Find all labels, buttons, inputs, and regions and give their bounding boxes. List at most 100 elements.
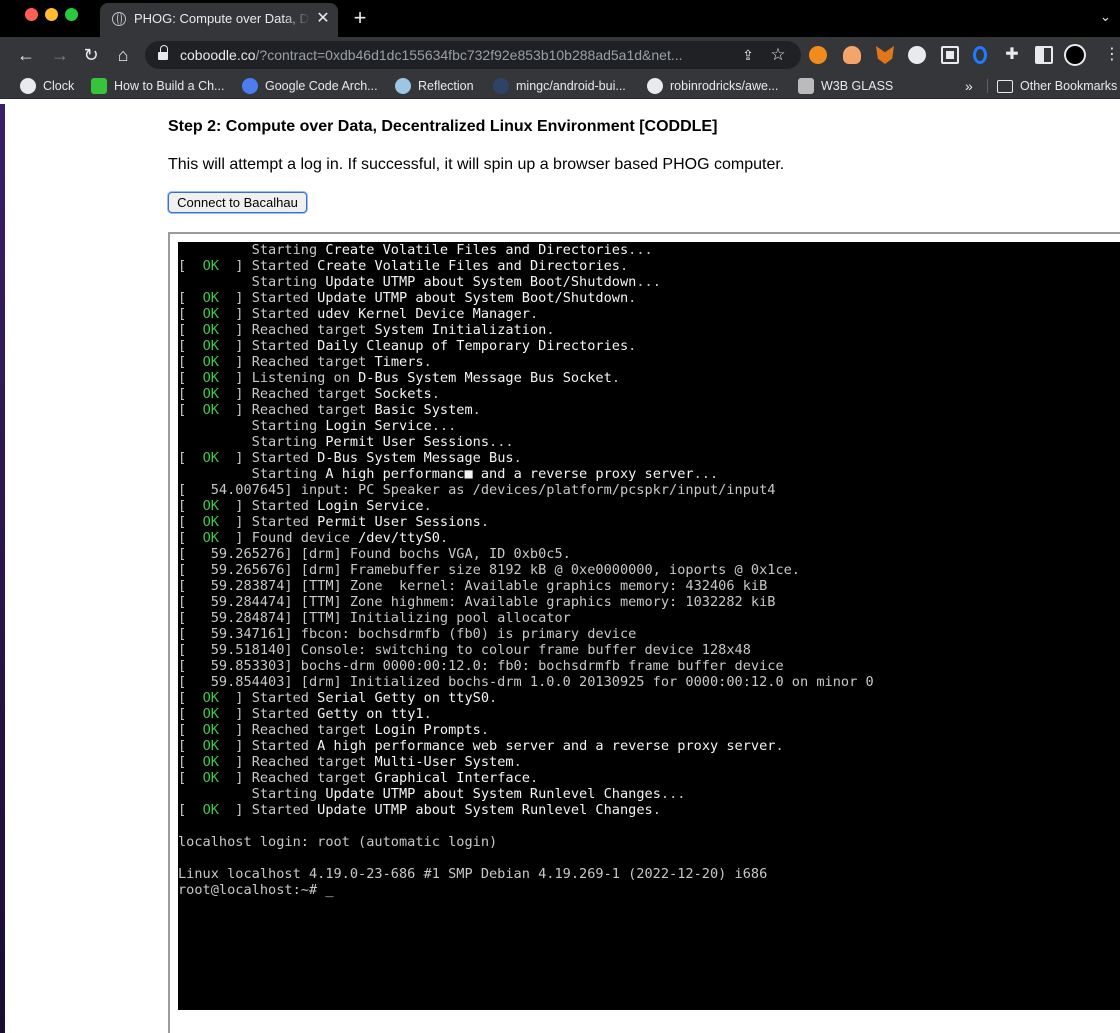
terminal-line-text: [ 54.007645] input: PC Speaker as /devic… xyxy=(178,482,776,498)
terminal-screen[interactable]: Starting Create Volatile Files and Direc… xyxy=(178,242,1120,1010)
terminal-line-text: [ 59.284874] [TTM] Initializing pool all… xyxy=(178,610,571,626)
page-title: Step 2: Compute over Data, Decentralized… xyxy=(168,118,718,135)
status-ok: OK xyxy=(202,258,219,274)
terminal-line-suffix: . xyxy=(513,754,522,770)
profile-avatar[interactable] xyxy=(1064,44,1086,66)
terminal-unit-name: Permit User Sessions xyxy=(317,514,481,530)
puzzle-extensions-icon[interactable]: ✚ xyxy=(1003,46,1021,64)
minimize-window-button[interactable] xyxy=(45,8,58,21)
terminal-line: [ 59.284874] [TTM] Initializing pool all… xyxy=(178,610,1120,626)
terminal-line-text: Started xyxy=(251,290,318,306)
status-bracket-open: [ xyxy=(178,450,203,466)
bookmarks-overflow-chevron-icon[interactable]: » xyxy=(965,76,973,96)
close-window-button[interactable] xyxy=(25,8,38,21)
terminal-line-text: Reached target xyxy=(251,322,375,338)
status-bracket-open: [ xyxy=(178,386,203,402)
tab-title: PHOG: Compute over Data, Decentralized L… xyxy=(134,11,310,26)
status-bracket-close: ] xyxy=(218,802,252,818)
status-bracket-close: ] xyxy=(218,722,252,738)
spaceship-extension-icon[interactable] xyxy=(908,46,926,64)
status-ok: OK xyxy=(202,450,219,466)
bookmark-google-code-archive[interactable]: Google Code Arch... xyxy=(242,76,378,96)
terminal-line: [ OK ] Found device /dev/ttyS0. xyxy=(178,530,1120,546)
zoom-window-button[interactable] xyxy=(65,8,78,21)
terminal-line-text: Started xyxy=(251,258,318,274)
terminal-line-suffix: . xyxy=(439,530,449,546)
status-ok: OK xyxy=(202,354,219,370)
google-code-icon xyxy=(242,78,258,94)
status-bracket-close: ] xyxy=(218,290,252,306)
share-icon[interactable]: ⇪ xyxy=(740,46,756,64)
status-ok: OK xyxy=(202,370,219,386)
status-bracket-open: [ xyxy=(178,754,203,770)
terminal-line-text: Found device xyxy=(251,530,359,546)
terminal-line: [ 59.265276] [drm] Found bochs VGA, ID 0… xyxy=(178,546,1120,562)
status-ok: OK xyxy=(202,690,219,706)
lock-icon[interactable] xyxy=(158,45,168,61)
status-bracket-open: [ xyxy=(178,722,203,738)
status-bracket-close: ] xyxy=(218,754,252,770)
bookmark-star-icon[interactable]: ☆ xyxy=(769,45,787,65)
bookmark-clock[interactable]: Clock xyxy=(20,76,74,96)
terminal-line-text: Reached target xyxy=(251,386,375,402)
bookmark-label: W3B GLASS xyxy=(821,79,894,93)
screen-capture-extension-icon[interactable] xyxy=(941,46,959,64)
new-tab-button[interactable]: + xyxy=(350,6,370,30)
terminal-line-text: [ 59.265676] [drm] Framebuffer size 8192… xyxy=(178,562,800,578)
bookmark-mingc-android[interactable]: mingc/android-bui... xyxy=(493,76,626,96)
terminal-line-text: Starting xyxy=(178,786,326,802)
fox-extension-icon[interactable] xyxy=(876,46,894,64)
status-bracket-close: ] xyxy=(218,402,252,418)
other-bookmarks-folder[interactable]: Other Bookmarks xyxy=(997,76,1117,96)
terminal-line-text: Started xyxy=(251,338,318,354)
status-bracket-close: ] xyxy=(218,498,252,514)
browser-menu-button[interactable]: ⋮ xyxy=(1104,45,1120,65)
bookmark-label: robinrodricks/awe... xyxy=(670,79,779,93)
status-bracket-open: [ xyxy=(178,354,203,370)
status-bracket-close: ] xyxy=(218,770,252,786)
terminal-line: [ OK ] Reached target System Initializat… xyxy=(178,322,1120,338)
desktop-edge xyxy=(0,104,5,1033)
tab-active[interactable]: PHOG: Compute over Data, Decentralized L… xyxy=(100,3,338,37)
tab-search-button[interactable]: ⌄ xyxy=(1100,8,1116,26)
folder-icon xyxy=(997,79,1013,93)
status-ok: OK xyxy=(202,754,219,770)
home-button[interactable]: ⌂ xyxy=(111,43,135,67)
bookmark-label: Clock xyxy=(43,79,75,93)
tab-close-button[interactable]: ✕ xyxy=(314,10,332,28)
w3b-glass-icon xyxy=(798,78,814,94)
metamask-extension-icon[interactable] xyxy=(809,46,827,64)
sidebar-icon[interactable] xyxy=(1035,46,1053,64)
status-bracket-open: [ xyxy=(178,802,203,818)
status-bracket-close: ] xyxy=(218,514,252,530)
terminal-line-text: [ 59.284474] [TTM] Zone highmem: Availab… xyxy=(178,594,776,610)
terminal-line: Starting Permit User Sessions... xyxy=(178,434,1120,450)
terminal-line-suffix: . xyxy=(620,258,629,274)
terminal-line: [ OK ] Started Update UTMP about System … xyxy=(178,290,1120,306)
terminal-line: [ OK ] Started Getty on tty1. xyxy=(178,706,1120,722)
terminal-line-text: Started xyxy=(251,306,318,322)
terminal-line: [ OK ] Reached target Basic System. xyxy=(178,402,1120,418)
connect-to-bacalhau-button[interactable]: Connect to Bacalhau xyxy=(168,192,307,213)
terminal-unit-name: A high performance web server and a reve… xyxy=(317,738,776,754)
back-button[interactable]: ← xyxy=(14,43,38,67)
reload-button[interactable]: ↻ xyxy=(79,43,103,67)
bookmark-build-chatbot[interactable]: How to Build a Ch... xyxy=(91,76,224,96)
forward-button[interactable]: → xyxy=(48,43,72,67)
terminal-line-text: Started xyxy=(251,498,318,514)
reflection-icon xyxy=(395,78,411,94)
bookmark-reflection[interactable]: Reflection xyxy=(395,76,474,96)
weather-extension-icon[interactable] xyxy=(843,46,861,64)
status-bracket-open: [ xyxy=(178,322,203,338)
terminal-unit-name: System Initialization xyxy=(374,322,547,338)
bookmark-w3b-glass[interactable]: W3B GLASS xyxy=(798,76,893,96)
bookmark-robinrodricks[interactable]: robinrodricks/awe... xyxy=(647,76,778,96)
terminal-line-suffix: ... xyxy=(489,434,514,450)
terminal-line: [ 59.854403] [drm] Initialized bochs-drm… xyxy=(178,674,1120,690)
terminal-line-suffix: . xyxy=(775,738,784,754)
browser-toolbar: ← → ↻ ⌂ coboodle.co/?contract=0xdb46d1dc… xyxy=(0,37,1120,73)
address-bar[interactable]: coboodle.co/?contract=0xdb46d1dc155634fb… xyxy=(145,41,801,69)
url-text[interactable]: coboodle.co/?contract=0xdb46d1dc155634fb… xyxy=(180,47,735,64)
opera-extension-icon[interactable] xyxy=(973,46,987,64)
status-bracket-open: [ xyxy=(178,258,203,274)
